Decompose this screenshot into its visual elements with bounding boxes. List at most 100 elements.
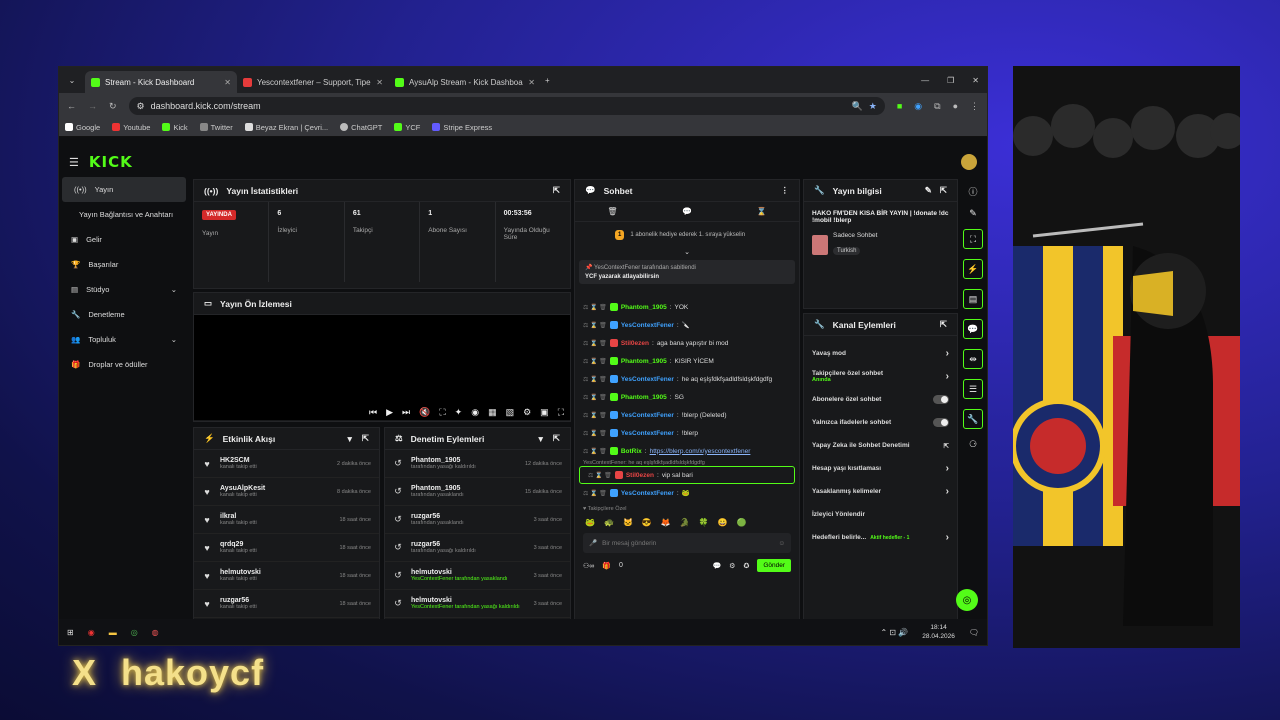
url-bar[interactable]: ⚙ dashboard.kick.com/stream 🔍 ★ <box>128 97 885 115</box>
notification-icon[interactable]: 🗨 <box>969 628 979 637</box>
sidebar-item-droplar[interactable]: 🎁 Droplar ve ödüller <box>59 352 189 377</box>
emote-icon[interactable]: 😎 <box>642 518 652 527</box>
hamburger-icon[interactable]: ☰ <box>69 156 79 169</box>
extension-icon[interactable]: ◉ <box>914 101 922 112</box>
chat-username[interactable]: Phantom_1905 <box>621 304 667 311</box>
chat-message[interactable]: ⚖ ⌛ 🗑 YesContextFener: 🐸 <box>575 484 799 502</box>
activity-row[interactable]: ♥ HK2SCM kanalı takip etti 2 dakika önce <box>194 450 379 478</box>
settings-icon[interactable]: ⚙ <box>523 407 531 418</box>
youtube-music-icon[interactable]: ◉ <box>88 628 95 637</box>
mod-tools-icon[interactable]: ⚖ ⌛ 🗑 <box>583 322 607 329</box>
sparkle-icon[interactable]: ✦ <box>455 407 463 418</box>
channel-action-row[interactable]: Yapay Zeka ile Sohbet Denetimi ⇱ <box>804 434 957 457</box>
chat-message[interactable]: ⚖ ⌛ 🗑 Phantom_1905: SG <box>575 388 799 406</box>
gear-icon[interactable]: ⚙ <box>729 562 735 570</box>
chat-username[interactable]: YesContextFener <box>621 490 674 497</box>
pencil-icon[interactable]: ✎ <box>969 208 977 219</box>
tab-tipeee[interactable]: Yescontextfener – Support, Tipe ✕ <box>237 71 389 93</box>
hourglass-icon[interactable]: ⌛ <box>757 207 767 216</box>
activity-row[interactable]: ♥ ruzgar56 kanalı takip etti 18 saat önce <box>194 590 379 618</box>
mod-row[interactable]: ↺ helmutovski YesContextFener tarafından y… <box>385 562 570 590</box>
channel-action-row[interactable]: Hesap yaşı kısıtlaması › <box>804 457 957 480</box>
tab-search-icon[interactable]: ⌄ <box>59 76 85 85</box>
rail-bolt-icon[interactable]: ⚡ <box>963 259 983 279</box>
emote-icon[interactable]: 🍀 <box>699 518 709 527</box>
chat-message[interactable]: ⚖ ⌛ 🗑 YesContextFener: !blerp <box>575 424 799 442</box>
activity-row[interactable]: ♥ helmutovski kanalı takip etti 18 saat önc… <box>194 562 379 590</box>
reload-icon[interactable]: ↻ <box>109 101 117 112</box>
mod-tools-icon[interactable]: ⚖ ⌛ 🗑 <box>583 394 607 401</box>
chat-username[interactable]: Phantom_1905 <box>621 394 667 401</box>
chat-username[interactable]: Stil0ezen <box>626 472 654 479</box>
back-icon[interactable]: ← <box>67 101 76 111</box>
bookmark-star-icon[interactable]: ★ <box>869 101 877 112</box>
mod-row[interactable]: ↺ Phantom_1905 tarafından yasaklandı 15 dak… <box>385 478 570 506</box>
mod-tools-icon[interactable]: ⚖ ⌛ 🗑 <box>583 412 607 419</box>
sidebar-item-gelir[interactable]: ▣ Gelir <box>59 227 189 252</box>
mod-tools-icon[interactable]: ⚖ ⌛ 🗑 <box>583 430 607 437</box>
pinned-message[interactable]: 📌 YesContextFener tarafından sabitlendi … <box>579 260 795 284</box>
mod-row[interactable]: ↺ ruzgar56 tarafından yasaklandı 3 saat önc… <box>385 506 570 534</box>
sidebar-item-studyo[interactable]: ▤ Stüdyo ⌄ <box>59 277 189 302</box>
user-avatar[interactable] <box>961 154 977 170</box>
mod-tools-icon[interactable]: ⚖ ⌛ 🗑 <box>588 472 612 479</box>
rewind-icon[interactable]: ⏮ <box>369 407 377 418</box>
extensions-icon[interactable]: ⧉ <box>934 101 940 112</box>
chat-username[interactable]: Stil0ezen <box>621 340 649 347</box>
activity-row[interactable]: ♥ ilkral kanalı takip etti 18 saat önce <box>194 506 379 534</box>
chrome-icon[interactable]: ◎ <box>131 628 138 637</box>
chat-message[interactable]: ⚖ ⌛ 🗑 BotRix: https://blerp.com/x/yesconte… <box>575 442 799 460</box>
mod-tools-icon[interactable]: ⚖ ⌛ 🗑 <box>583 490 607 497</box>
rail-stats-icon[interactable]: ⛶ <box>963 229 983 249</box>
chevron-down-icon[interactable]: ⌄ <box>575 248 799 256</box>
support-bubble-icon[interactable]: ◎ <box>956 589 978 611</box>
menu-icon[interactable]: ⋮ <box>970 101 979 112</box>
tab-kick-dashboard[interactable]: Stream - Kick Dashboard ✕ <box>85 71 237 93</box>
pip-icon[interactable]: ▣ <box>540 407 549 418</box>
popout-icon[interactable]: ⇱ <box>940 319 947 330</box>
popout-icon[interactable]: ⇱ <box>553 185 560 196</box>
chat-username[interactable]: YesContextFener <box>621 412 674 419</box>
rail-chat-icon[interactable]: 💬 <box>963 319 983 339</box>
chat-message[interactable]: ⚖ ⌛ 🗑 Phantom_1905: KISIR YİCEM <box>575 352 799 370</box>
mod-tools-icon[interactable]: ⚖ ⌛ 🗑 <box>583 358 607 365</box>
profile-avatar[interactable]: ● <box>953 101 958 111</box>
more-icon[interactable]: ⋮ <box>781 185 790 196</box>
badge-icon[interactable]: ✪ <box>743 562 749 570</box>
toggle-switch[interactable] <box>933 395 949 404</box>
clip-icon[interactable]: ◉ <box>471 407 479 418</box>
edit-icon[interactable]: ✎ <box>925 185 932 196</box>
tab-aysualp[interactable]: AysuAlp Stream - Kick Dashboa ✕ <box>389 71 541 93</box>
bubble-icon[interactable]: 💬 <box>682 207 692 216</box>
channel-action-row[interactable]: Yalnızca ifadelerle sohbet <box>804 411 957 434</box>
forward-icon[interactable]: ⏭ <box>402 407 410 418</box>
channel-action-row[interactable]: Hedefleri belirle... Aktif hedefler - 1 › <box>804 526 957 549</box>
emoji-icon[interactable]: ☺ <box>778 540 785 547</box>
sidebar-item-yayin[interactable]: ((•)) Yayın <box>62 177 186 202</box>
emote-icon[interactable]: 🟢 <box>737 518 747 527</box>
emote-icon[interactable]: 🐢 <box>604 518 614 527</box>
bookmark-chatgpt[interactable]: ChatGPT <box>340 123 382 132</box>
trash-icon[interactable]: 🗑 <box>607 207 617 216</box>
points-icon[interactable]: ⚇∞ <box>583 562 594 570</box>
chat-message[interactable]: ⚖ ⌛ 🗑 YesContextFener: 🔪 <box>575 316 799 334</box>
emote-icon[interactable]: 🐊 <box>680 518 690 527</box>
activity-row[interactable]: ♥ qrdq29 kanalı takip etti 18 saat önce <box>194 534 379 562</box>
mod-row[interactable]: ↺ helmutovski YesContextFener tarafından y… <box>385 590 570 618</box>
bookmark-ycf[interactable]: YCF <box>394 123 420 132</box>
bookmark-twitter[interactable]: Twitter <box>199 123 233 132</box>
bubble-icon[interactable]: 💬 <box>712 562 721 570</box>
sidebar-item-basarilar[interactable]: 🏆 Başarılar <box>59 252 189 277</box>
mod-tools-icon[interactable]: ⚖ ⌛ 🗑 <box>583 376 607 383</box>
rail-wrench-icon[interactable]: 🔧 <box>963 409 983 429</box>
chat-username[interactable]: Phantom_1905 <box>621 358 667 365</box>
channel-action-row[interactable]: Abonelere özel sohbet <box>804 388 957 411</box>
zoom-icon[interactable]: 🔍 <box>852 101 863 112</box>
emote-icon[interactable]: 🦊 <box>661 518 671 527</box>
mod-row[interactable]: ↺ Phantom_1905 tarafından yasağı kaldırıld… <box>385 450 570 478</box>
extension-icon[interactable]: ■ <box>897 101 902 111</box>
file-explorer-icon[interactable]: ▬ <box>109 628 117 637</box>
popout-icon[interactable]: ⇱ <box>362 433 369 444</box>
stream-preview[interactable]: ⏮ ▶ ⏭ 🔇 ⛶ ✦ ◉ ▦ ▧ ⚙ ▣ ⛶ <box>194 315 570 420</box>
emote-icon[interactable]: 🐱 <box>623 518 633 527</box>
